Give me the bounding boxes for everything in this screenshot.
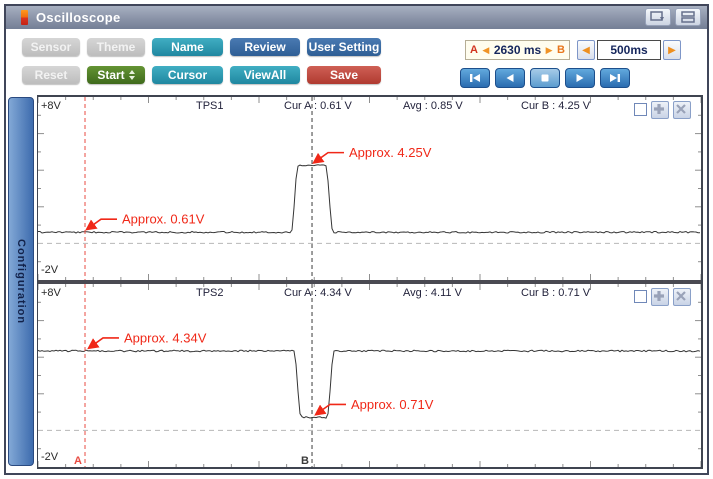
- tps1-cursor-a-value: Cur A : 0.61 V: [284, 100, 352, 112]
- close-icon: [676, 291, 686, 301]
- skip-to-start-button[interactable]: [460, 68, 490, 88]
- split-layout-button[interactable]: [675, 8, 701, 26]
- right-arrow-icon: ▶: [668, 44, 676, 56]
- app-icon: [21, 10, 28, 25]
- stop-icon: [541, 74, 549, 82]
- skip-to-end-icon: [610, 74, 620, 82]
- tps2-cursor-b-value: Cur B : 0.71 V: [521, 287, 591, 299]
- configuration-tab-label: Configuration: [15, 238, 27, 325]
- annotation-arrow: [314, 403, 346, 416]
- tps2-visible-checkbox[interactable]: [634, 290, 647, 303]
- tps2-close-button[interactable]: [673, 288, 691, 306]
- sensor-button[interactable]: Sensor: [22, 38, 80, 56]
- tps1-vmax-label: +8V: [41, 100, 61, 112]
- cursor-button[interactable]: Cursor: [152, 66, 223, 84]
- configuration-tab[interactable]: Configuration: [8, 97, 34, 466]
- step-back-icon: [506, 74, 514, 82]
- tps1-zoom-button[interactable]: [651, 101, 669, 119]
- start-spinner-icon: [128, 70, 135, 80]
- tps2-header: +8V TPS2 Cur A : 4.34 V Avg : 4.11 V Cur…: [38, 286, 701, 308]
- tps2-name-label: TPS2: [196, 287, 224, 299]
- skip-to-end-button[interactable]: [600, 68, 630, 88]
- tps2-avg-value: Avg : 4.11 V: [403, 287, 462, 299]
- annotation-label: Approx. 4.25V: [349, 145, 432, 160]
- channel-tps2: A B Approx. 4.34V Approx. 0.71V +8V TPS2 Cu…: [38, 284, 701, 467]
- tps2-vmin-label: -2V: [41, 451, 59, 463]
- timebase-increase-button[interactable]: ▶: [663, 40, 681, 60]
- annotation-arrow: [85, 218, 117, 231]
- save-button[interactable]: Save: [307, 66, 381, 84]
- cursor-a-label: A: [470, 44, 478, 56]
- step-forward-icon: [576, 74, 584, 82]
- cursor-a-bottom-label: A: [74, 455, 82, 467]
- annotation-label: Approx. 0.61V: [122, 212, 205, 227]
- tps1-name-label: TPS1: [196, 100, 224, 112]
- timebase-value[interactable]: 500ms: [597, 40, 661, 60]
- user-setting-button[interactable]: User Setting: [307, 38, 381, 56]
- b-right-arrow-icon[interactable]: ▶: [546, 45, 553, 56]
- annotation-arrow: [312, 151, 345, 164]
- tps2-zoom-button[interactable]: [651, 288, 669, 306]
- annotation-label: Approx. 4.34V: [124, 330, 207, 345]
- annotation-label: Approx. 0.71V: [351, 397, 434, 412]
- close-icon: [676, 104, 686, 114]
- step-forward-button[interactable]: [565, 68, 595, 88]
- tps1-avg-value: Avg : 0.85 V: [403, 100, 463, 112]
- tps1-header: +8V TPS1 Cur A : 0.61 V Avg : 0.85 V Cur…: [38, 99, 701, 121]
- plus-icon: [654, 291, 664, 301]
- review-button[interactable]: Review: [230, 38, 300, 56]
- tps2-vmax-label: +8V: [41, 287, 61, 299]
- title-bar: Oscilloscope: [6, 6, 707, 29]
- oscilloscope-window: Oscilloscope Sensor Theme Name Review Us…: [4, 4, 709, 475]
- panel-view-button[interactable]: [645, 8, 671, 26]
- annotation-arrow: [87, 337, 119, 350]
- plus-icon: [654, 104, 664, 114]
- theme-button[interactable]: Theme: [87, 38, 145, 56]
- tps1-visible-checkbox[interactable]: [634, 103, 647, 116]
- window-title: Oscilloscope: [36, 10, 121, 25]
- skip-to-start-icon: [470, 74, 480, 82]
- step-back-button[interactable]: [495, 68, 525, 88]
- left-arrow-icon: ◀: [582, 44, 590, 56]
- panel-view-icon: [650, 11, 664, 21]
- tps2-waveform-display[interactable]: A B Approx. 4.34V Approx. 0.71V: [38, 284, 701, 467]
- reset-button[interactable]: Reset: [22, 66, 80, 84]
- tps2-cursor-a-value: Cur A : 4.34 V: [284, 287, 352, 299]
- tps1-waveform-display[interactable]: Approx. 0.61V Approx. 4.25V: [38, 97, 701, 280]
- cursor-b-label: B: [557, 44, 565, 56]
- tps1-vmin-label: -2V: [41, 264, 59, 276]
- cursor-b-bottom-label: B: [301, 455, 309, 467]
- split-layout-icon: [681, 11, 695, 23]
- tps1-cursor-b-value: Cur B : 4.25 V: [521, 100, 591, 112]
- channel-tps1: Approx. 0.61V Approx. 4.25V +8V TPS1 Cur …: [38, 97, 701, 280]
- ab-interval-value: 2630 ms: [493, 43, 542, 57]
- scope-plot-area: Approx. 0.61V Approx. 4.25V +8V TPS1 Cur …: [37, 95, 703, 469]
- stop-button[interactable]: [530, 68, 560, 88]
- start-button-label: Start: [97, 68, 125, 82]
- tps1-close-button[interactable]: [673, 101, 691, 119]
- timebase-decrease-button[interactable]: ◀: [577, 40, 595, 60]
- main-content: Sensor Theme Name Review User Setting Re…: [6, 29, 707, 473]
- viewall-button[interactable]: ViewAll: [230, 66, 300, 84]
- ab-interval-box[interactable]: A ◀ 2630 ms ▶ B: [465, 40, 570, 60]
- name-button[interactable]: Name: [152, 38, 223, 56]
- start-button[interactable]: Start: [87, 66, 145, 84]
- a-left-arrow-icon[interactable]: ◀: [482, 45, 489, 56]
